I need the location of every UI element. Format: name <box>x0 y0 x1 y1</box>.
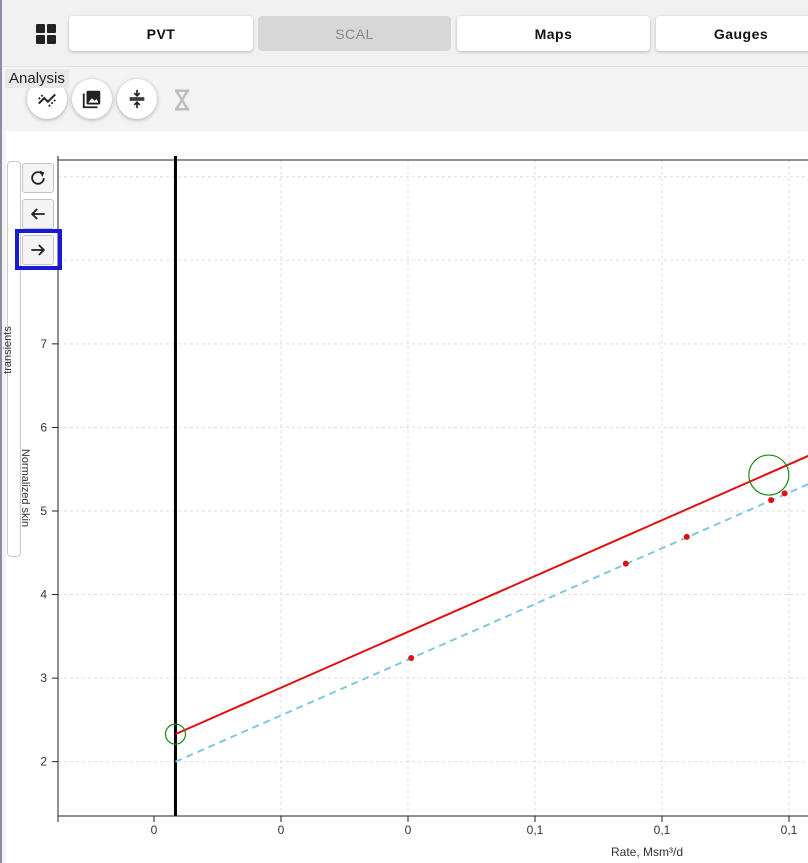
green-marker-circle <box>748 454 790 496</box>
x-tick-label: 0 <box>278 823 285 837</box>
y-tick-label: 6 <box>40 420 47 434</box>
y-tick-label: 4 <box>40 588 47 602</box>
fit-line-dashed <box>175 483 808 763</box>
data-point <box>408 655 415 662</box>
back-button[interactable] <box>22 199 54 229</box>
x-tick-label: 0,1 <box>654 823 671 837</box>
data-point <box>768 497 775 504</box>
transients-tab-label: transients <box>2 326 14 374</box>
y-tick-label: 5 <box>40 504 47 518</box>
refresh-icon <box>31 170 45 185</box>
data-point <box>622 560 629 567</box>
y-tick-label: 2 <box>40 755 47 769</box>
refresh-button[interactable] <box>22 163 54 193</box>
selection-highlight <box>15 229 62 270</box>
y-tick-label: 7 <box>40 337 47 351</box>
x-tick-label: 0 <box>151 823 158 837</box>
x-axis-label: Rate, Msm³/d <box>611 845 683 859</box>
fit-line-solid <box>175 454 808 736</box>
y-tick-label: 3 <box>40 671 47 685</box>
x-tick-label: 0,1 <box>781 823 798 837</box>
x-tick-label: 0,1 <box>527 823 544 837</box>
arrow-left-icon <box>30 208 45 220</box>
x-tick-label: 0 <box>405 823 412 837</box>
data-point <box>683 533 690 540</box>
chart-canvas: 0 0 0 0,1 0,1 0,1234567Rate, Msm³/dNormalized… <box>19 156 808 859</box>
data-point <box>781 490 788 497</box>
